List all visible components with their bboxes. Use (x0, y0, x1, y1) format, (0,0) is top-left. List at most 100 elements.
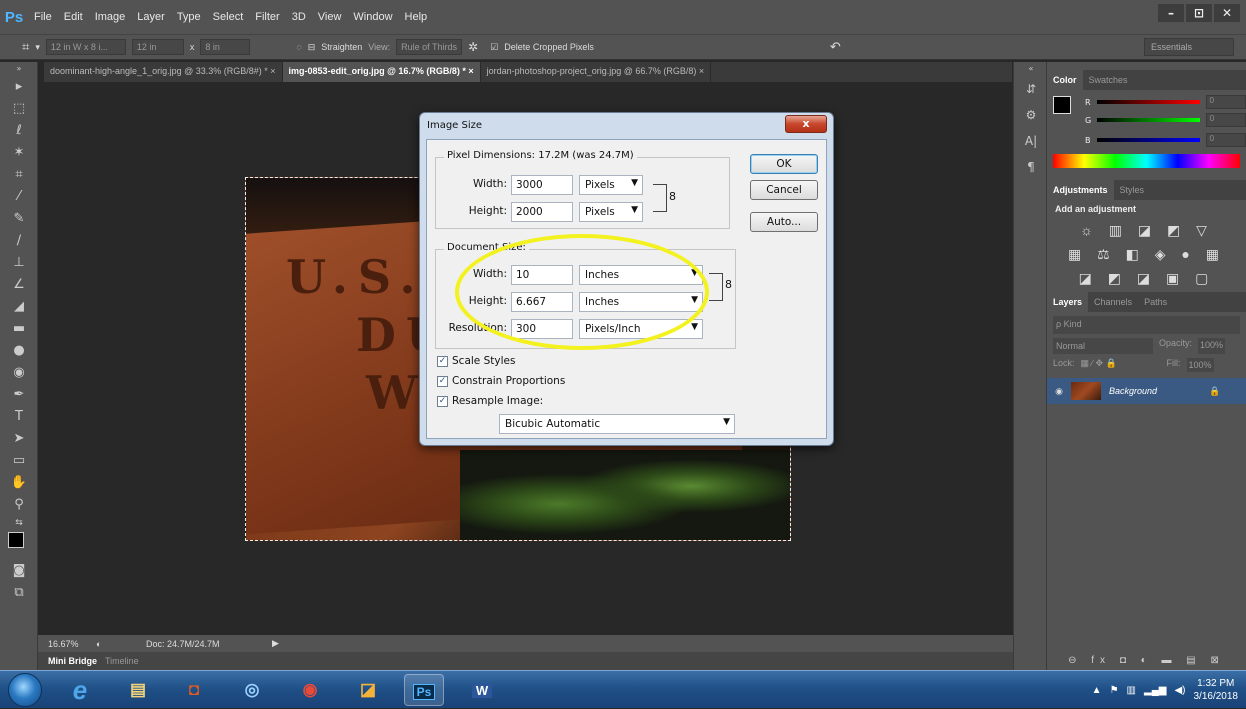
zoom-tool-icon[interactable]: ⚲ (0, 494, 38, 516)
tab-adjustments[interactable]: Adjustments (1047, 180, 1114, 200)
red-value[interactable]: 0 (1206, 95, 1246, 109)
fill-field[interactable]: 100% (1186, 358, 1214, 372)
opacity-field[interactable]: 100% (1198, 338, 1226, 354)
adjustment-icons-row-1[interactable]: ☼ ▥ ◪ ◩ ▽ (1047, 218, 1246, 242)
signal-icon[interactable]: ▂▄▆ (1144, 685, 1166, 696)
menu-filter[interactable]: Filter (249, 11, 285, 23)
status-menu-icon[interactable]: ▶ (272, 638, 279, 649)
outlook-icon[interactable]: ◪ (348, 674, 388, 706)
tab-styles[interactable]: Styles (1114, 185, 1151, 195)
tab-timeline[interactable]: Timeline (105, 656, 139, 666)
tab-doc-3[interactable]: jordan-photoshop-project_orig.jpg @ 66.7… (481, 62, 712, 82)
status-icon[interactable]: ◐ (96, 639, 146, 649)
green-slider[interactable] (1097, 118, 1201, 122)
foreground-color[interactable] (8, 532, 24, 548)
menu-select[interactable]: Select (207, 11, 250, 23)
hand-tool-icon[interactable]: ✋ (0, 472, 38, 494)
undo-icon[interactable]: ↶ (830, 39, 841, 55)
crop-tool-icon[interactable]: ⌗ (0, 164, 38, 186)
screen-mode-icon[interactable]: ⧉ (0, 582, 38, 604)
layers-footer-icons[interactable]: ⊖ fx ◘ ◐ ▬ ▤ ⊠ (1047, 655, 1246, 666)
tab-layers[interactable]: Layers (1047, 292, 1089, 312)
layer-filter[interactable]: ρ Kind (1053, 316, 1240, 334)
tab-paths[interactable]: Paths (1138, 297, 1173, 307)
restore-button[interactable]: ⊡ (1186, 4, 1212, 22)
properties-icon[interactable]: ⚙ (1014, 102, 1048, 128)
constrain-proportions-checkbox[interactable]: ✓ Constrain Proportions (437, 375, 565, 387)
auto-button[interactable]: Auto... (750, 212, 818, 232)
menu-file[interactable]: File (28, 11, 58, 23)
explorer-icon[interactable]: ▤ (118, 674, 158, 706)
menu-layer[interactable]: Layer (131, 11, 171, 23)
color-spectrum[interactable] (1053, 154, 1240, 168)
blend-mode-select[interactable]: Normal (1053, 338, 1153, 354)
eyedropper-icon[interactable]: ⁄ (0, 186, 38, 208)
show-hidden-icon[interactable]: ▲ (1092, 685, 1102, 696)
paragraph-icon[interactable]: ¶ (1014, 154, 1048, 180)
blue-slider[interactable] (1096, 138, 1201, 142)
close-icon[interactable]: × (270, 66, 275, 76)
brush-icon[interactable]: ∕ (0, 230, 38, 252)
app-icon[interactable]: ◎ (232, 674, 272, 706)
chevron-down-icon[interactable]: ▾ (35, 42, 40, 53)
media-player-icon[interactable]: ◘ (174, 674, 214, 706)
history-icon[interactable]: ⇵ (1014, 76, 1048, 102)
flag-icon[interactable]: ⚑ (1110, 685, 1119, 696)
clear-icon[interactable]: ◌ (296, 42, 301, 52)
tab-channels[interactable]: Channels (1088, 297, 1138, 307)
menu-edit[interactable]: Edit (58, 11, 89, 23)
menu-help[interactable]: Help (399, 11, 434, 23)
crop-width-field[interactable]: 12 in (131, 39, 184, 55)
menu-type[interactable]: Type (171, 11, 207, 23)
marquee-tool-icon[interactable]: ⬚ (0, 98, 38, 120)
tab-doc-2[interactable]: img-0853-edit_orig.jpg @ 16.7% (RGB/8) *… (282, 62, 481, 82)
swap-colors-icon[interactable]: ⇆ (0, 516, 38, 530)
start-button[interactable] (8, 673, 42, 707)
pd-height-input[interactable]: 2000 (511, 202, 573, 222)
lasso-tool-icon[interactable]: ℓ (0, 120, 38, 142)
menu-3d[interactable]: 3D (286, 11, 312, 23)
workspace-select[interactable]: Essentials (1144, 38, 1234, 56)
word-taskbar-button[interactable]: W (462, 674, 502, 706)
pd-width-unit-select[interactable]: Pixels ▼ (579, 175, 643, 195)
photoshop-taskbar-button[interactable]: Ps (404, 674, 444, 706)
kind-filter[interactable]: ρ Kind (1056, 319, 1082, 329)
pen-tool-icon[interactable]: ✒ (0, 384, 38, 406)
dialog-close-button[interactable]: x (785, 115, 827, 133)
adjustment-icons-row-3[interactable]: ◪ ◩ ◪ ▣ ▢ (1047, 266, 1246, 290)
crop-tool-icon[interactable]: ⌗ (22, 39, 29, 55)
minimize-button[interactable]: – (1158, 4, 1184, 22)
straighten-icon[interactable]: ⊟ (308, 42, 316, 53)
healing-brush-icon[interactable]: ✎ (0, 208, 38, 230)
green-value[interactable]: 0 (1206, 113, 1246, 127)
crop-ratio-select[interactable]: 12 in W x 8 i... (45, 39, 126, 55)
menu-window[interactable]: Window (347, 11, 398, 23)
rectangle-tool-icon[interactable]: ▭ (0, 450, 38, 472)
pd-height-unit-select[interactable]: Pixels ▼ (579, 202, 643, 222)
scale-styles-checkbox[interactable]: ✓ Scale Styles (437, 355, 515, 367)
red-slider[interactable] (1096, 100, 1201, 104)
delete-cropped-checkbox[interactable]: ☑ (490, 42, 498, 53)
crop-height-field[interactable]: 8 in (200, 39, 251, 55)
close-icon[interactable]: × (699, 66, 704, 76)
menu-view[interactable]: View (312, 11, 348, 23)
dodge-icon[interactable]: ◉ (0, 362, 38, 384)
gradient-icon[interactable]: ▬ (0, 318, 38, 340)
network-adapter-icon[interactable]: ▥ (1127, 685, 1136, 696)
ok-button[interactable]: OK (750, 154, 818, 174)
visibility-eye-icon[interactable]: ◉ (1047, 386, 1071, 397)
foreground-swatch[interactable] (1053, 96, 1071, 114)
straighten-button[interactable]: Straighten (321, 42, 362, 52)
collapse-icon[interactable]: » (0, 62, 38, 76)
history-brush-icon[interactable]: ∠ (0, 274, 38, 296)
clock[interactable]: 1:32 PM 3/16/2018 (1194, 677, 1239, 703)
blue-value[interactable]: 0 (1206, 133, 1246, 147)
close-window-button[interactable]: ✕ (1214, 4, 1240, 22)
tab-mini-bridge[interactable]: Mini Bridge (48, 656, 97, 666)
collapse-icon[interactable]: « (1014, 62, 1048, 76)
magic-wand-icon[interactable]: ✶ (0, 142, 38, 164)
layer-name[interactable]: Background (1109, 386, 1209, 396)
path-select-icon[interactable]: ➤ (0, 428, 38, 450)
layer-row[interactable]: ◉ Background 🔒 (1047, 378, 1246, 404)
resample-checkbox[interactable]: ✓ Resample Image: (437, 395, 543, 407)
